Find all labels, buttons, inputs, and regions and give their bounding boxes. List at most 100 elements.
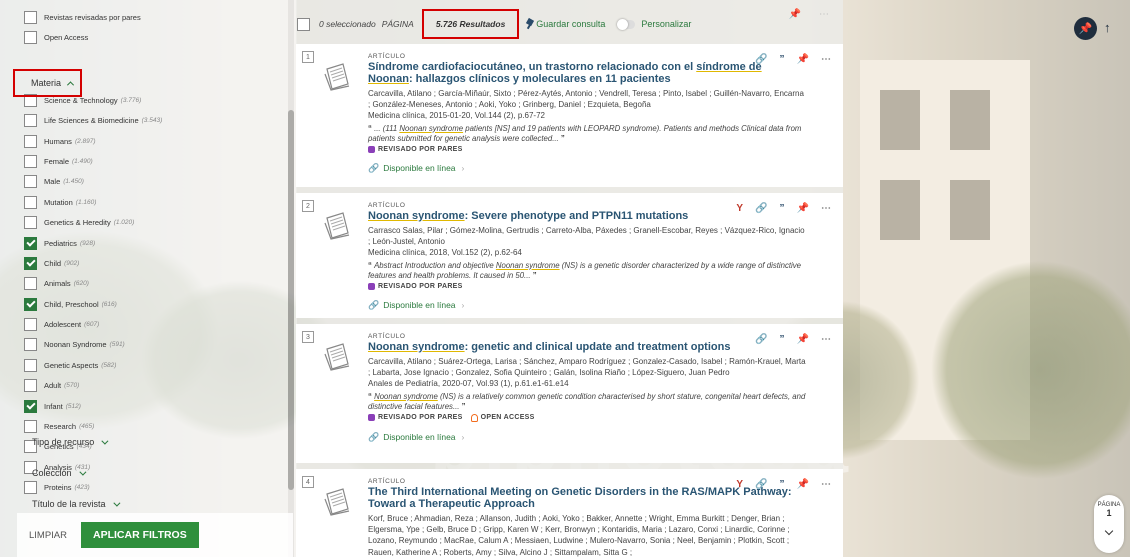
filter-sidebar: Revistas revisadas por pares Open Access… — [0, 0, 297, 557]
result-card[interactable]: 2 ARTÍCULO Noonan syndrome: Severe phenoty… — [296, 193, 843, 318]
permalink-icon[interactable]: 🔗 — [755, 334, 767, 345]
facet-item[interactable]: Adolescent (607) — [24, 315, 286, 334]
result-card[interactable]: 4 ARTÍCULO The Third International Meeting… — [296, 469, 843, 557]
permalink-icon[interactable]: 🔗 — [755, 54, 767, 65]
facet-item[interactable]: Life Sciences & Biomedicine (3.543) — [24, 111, 286, 130]
facet-checkbox[interactable] — [24, 338, 37, 352]
facet-count: (1.160) — [75, 198, 97, 206]
cite-icon[interactable]: ” — [780, 334, 785, 345]
result-card[interactable]: 3 ARTÍCULO Noonan syndrome: genetic and cl… — [296, 324, 843, 463]
apply-filters-button[interactable]: APLICAR FILTROS — [81, 522, 199, 548]
sidebar-scrollbar-thumb[interactable] — [288, 110, 294, 490]
result-card[interactable]: 1 ARTÍCULO Síndrome cardiofaciocutáneo, un… — [296, 44, 843, 187]
facet-checkbox[interactable] — [24, 114, 37, 128]
more-icon[interactable]: ⋯ — [819, 9, 829, 20]
save-query-link[interactable]: Guardar consulta — [527, 19, 605, 29]
materia-group-toggle[interactable]: Materia — [13, 69, 82, 97]
facet-item[interactable]: Male (1.450) — [24, 172, 286, 191]
group-label: Tipo de recurso — [32, 437, 95, 447]
facet-label: Open Access — [44, 33, 89, 43]
peer-reviewed-badge: REVISADO POR PARES — [368, 414, 463, 422]
result-title[interactable]: Síndrome cardiofaciocutáneo, un trastorn… — [368, 61, 808, 85]
cite-icon[interactable]: ” — [780, 479, 785, 490]
result-index[interactable]: 2 — [302, 200, 314, 212]
facet-peer-reviewed[interactable]: Revistas revisadas por pares — [24, 8, 286, 27]
facet-item[interactable]: Pediatrics (928) — [24, 234, 286, 253]
facet-checkbox[interactable] — [24, 256, 37, 270]
result-source: Medicina clínica, 2015-01-20, Vol.144 (2… — [368, 111, 545, 121]
title-highlight: Noonan syndrome — [368, 210, 465, 222]
result-index[interactable]: 4 — [302, 476, 314, 488]
customize-toggle[interactable]: Personalizar — [617, 18, 691, 30]
more-options-icon[interactable]: ⋯ — [821, 54, 831, 65]
facet-open-access[interactable]: Open Access — [24, 28, 286, 47]
permalink-icon[interactable]: 🔗 — [755, 479, 767, 490]
facet-checkbox[interactable] — [24, 216, 37, 230]
group-coleccion[interactable]: Colección — [32, 463, 272, 483]
pin-icon[interactable]: 📌 — [797, 54, 809, 65]
facet-checkbox[interactable] — [24, 175, 37, 189]
facet-checkbox[interactable] — [24, 379, 37, 393]
facet-checkbox[interactable] — [24, 399, 37, 413]
page-label[interactable]: PÁGINA — [382, 19, 414, 29]
facet-checkbox[interactable] — [24, 358, 37, 372]
facet-item[interactable]: Genetics & Heredity (1.020) — [24, 213, 286, 232]
facet-item[interactable]: Animals (620) — [24, 274, 286, 293]
result-snippet: “ Abstract Introduction and objective No… — [368, 261, 808, 282]
materia-label: Materia — [31, 78, 62, 88]
facet-checkbox[interactable] — [24, 236, 37, 250]
facet-item[interactable]: Child (902) — [24, 254, 286, 273]
facet-label: Animals — [44, 279, 71, 289]
result-title[interactable]: Noonan syndrome: genetic and clinical up… — [368, 341, 808, 353]
article-thumbnail-icon — [324, 343, 350, 371]
facet-label: Genetic Aspects — [44, 360, 99, 370]
facet-item[interactable]: Noonan Syndrome (591) — [24, 335, 286, 354]
availability-link[interactable]: 🔗 Disponible en línea › — [368, 432, 808, 443]
select-all-checkbox[interactable] — [297, 17, 310, 31]
availability-link[interactable]: 🔗 Disponible en línea › — [368, 163, 808, 174]
facet-checkbox[interactable] — [24, 297, 37, 311]
clear-filters-button[interactable]: LIMPIAR — [29, 530, 67, 541]
facet-item[interactable]: Female (1.490) — [24, 152, 286, 171]
more-options-icon[interactable]: ⋯ — [821, 479, 831, 490]
facet-item[interactable]: Child, Preschool (616) — [24, 295, 286, 314]
more-options-icon[interactable]: ⋯ — [821, 334, 831, 345]
group-titulo-revista[interactable]: Título de la revista — [32, 494, 272, 514]
title-text: Síndrome cardiofaciocutáneo, un trastorn… — [368, 61, 697, 73]
facet-count: (1.020) — [113, 219, 135, 227]
facet-item[interactable]: Mutation (1.160) — [24, 193, 286, 212]
result-index[interactable]: 3 — [302, 331, 314, 343]
facet-checkbox[interactable] — [24, 277, 37, 291]
facet-checkbox[interactable] — [24, 11, 37, 24]
open-access-badge: OPEN ACCESS — [470, 413, 535, 422]
facet-checkbox[interactable] — [24, 154, 37, 168]
cite-icon[interactable]: ” — [780, 203, 785, 214]
pin-icon[interactable]: 📌 — [797, 479, 809, 490]
facet-checkbox[interactable] — [24, 31, 37, 45]
facet-count: (1.490) — [72, 157, 93, 165]
pin-icon[interactable]: 📌 — [797, 203, 809, 214]
facet-checkbox[interactable] — [24, 134, 37, 148]
more-options-icon[interactable]: ⋯ — [821, 203, 831, 214]
pinned-items-button[interactable]: 📌 — [1074, 17, 1097, 40]
group-tipo-recurso[interactable]: Tipo de recurso — [32, 432, 272, 452]
facet-checkbox[interactable] — [24, 195, 37, 209]
permalink-icon[interactable]: 🔗 — [755, 203, 767, 214]
facet-item[interactable]: Adult (570) — [24, 376, 286, 395]
availability-link[interactable]: 🔗 Disponible en línea › — [368, 300, 808, 311]
facet-item[interactable]: Humans (2.897) — [24, 132, 286, 151]
facet-item[interactable]: Infant (512) — [24, 397, 286, 416]
facet-item[interactable]: Genetic Aspects (582) — [24, 356, 286, 375]
full-text-icon[interactable]: Y — [736, 479, 743, 490]
cite-icon[interactable]: ” — [780, 54, 785, 65]
page-indicator-number: 1 — [1106, 508, 1112, 518]
result-source: Medicina clínica, 2018, Vol.152 (2), p.6… — [368, 248, 522, 258]
pin-icon[interactable]: 📌 — [789, 9, 801, 20]
full-text-icon[interactable]: Y — [736, 203, 743, 214]
result-index[interactable]: 1 — [302, 51, 314, 63]
title-text-end: : genetic and clinical update and treatm… — [464, 341, 731, 353]
pin-icon[interactable]: 📌 — [797, 334, 809, 345]
back-to-top-arrow-icon[interactable]: ↑ — [1104, 20, 1111, 35]
page-indicator[interactable]: PÁGINA 1 — [1094, 495, 1124, 553]
facet-checkbox[interactable] — [24, 318, 37, 332]
